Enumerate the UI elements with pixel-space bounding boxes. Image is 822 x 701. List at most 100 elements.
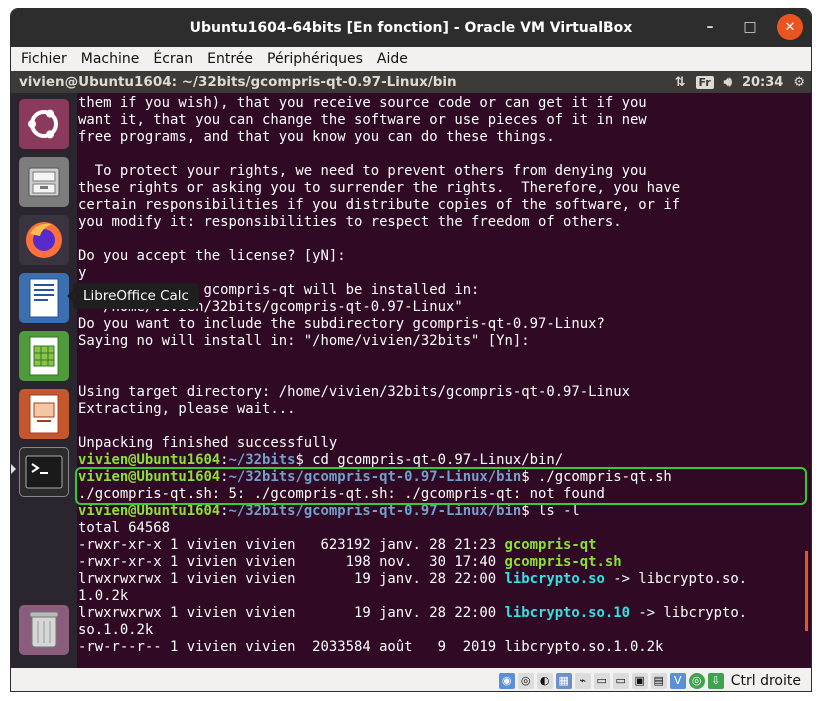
terminal-line: Using target directory: /home/vivien/32b… (78, 384, 630, 400)
terminal-line: certain responsibilities if you distribu… (78, 197, 681, 213)
terminal-line: Do you want to include the subdirectory … (78, 316, 605, 332)
maximize-button[interactable]: □ (737, 14, 763, 40)
window-controls: – □ ✕ (697, 14, 803, 40)
terminal-line: Extracting, please wait... (78, 401, 296, 417)
ls-row: lrwxrwxrwx 1 vivien vivien 19 janv. 28 2… (78, 605, 811, 622)
ls-attributes: lrwxrwxrwx 1 vivien vivien 19 janv. 28 2… (78, 605, 505, 621)
window-title: Ubuntu1604-64bits [En fonction] - Oracle… (189, 20, 633, 36)
spreadsheet-icon (29, 336, 59, 376)
terminal-line: want it, that you can change the softwar… (78, 112, 647, 128)
ls-row: lrwxrwxrwx 1 vivien vivien 19 janv. 28 2… (78, 571, 811, 588)
menu-fichier[interactable]: Fichier (21, 51, 67, 67)
virtualbox-window: Ubuntu1604-64bits [En fonction] - Oracle… (10, 8, 812, 692)
keyboard-layout-indicator[interactable]: Fr (695, 75, 714, 89)
menu-ecran[interactable]: Écran (153, 51, 193, 67)
gear-icon[interactable]: ⚙ (793, 75, 805, 90)
terminal-line: free programs, and that you know you can… (78, 129, 555, 145)
terminal-icon (25, 455, 63, 489)
libreoffice-impress-launcher[interactable] (19, 389, 69, 439)
ls-row: -rw-r--r-- 1 vivien vivien 2033584 août … (78, 639, 811, 656)
clock[interactable]: 20:34 (742, 75, 783, 90)
ls-row: so.1.0.2k (78, 622, 811, 639)
hard-disk-icon[interactable]: ◉ (498, 672, 515, 689)
terminal-prompt-line: vivien@Ubuntu1604:~/32bits/gcompris-qt-0… (78, 503, 811, 520)
firefox-launcher[interactable] (19, 215, 69, 265)
guest-top-panel: vivien@Ubuntu1604: ~/32bits/gcompris-qt-… (11, 71, 811, 93)
ls-file-name: libcrypto.so.10 (504, 605, 630, 621)
dash-button[interactable] (19, 99, 69, 149)
ls-file-name: libcrypto.so (504, 571, 605, 587)
presentation-icon (29, 394, 59, 434)
mouse-integration-icon[interactable]: ⇩ (707, 672, 724, 689)
window-titlebar[interactable]: Ubuntu1604-64bits [En fonction] - Oracle… (11, 9, 811, 47)
display-icon[interactable]: ▭ (612, 672, 629, 689)
ls-attributes: -rw-r--r-- 1 vivien vivien 2033584 août … (78, 639, 664, 655)
recording-icon[interactable]: ▤ (650, 672, 667, 689)
ls-link-target: -> libcrypto.so. (604, 571, 748, 587)
libreoffice-writer-launcher[interactable] (19, 273, 69, 323)
ls-attributes: lrwxrwxrwx 1 vivien vivien 19 janv. 28 2… (78, 571, 505, 587)
files-launcher[interactable] (19, 157, 69, 207)
menubar: Fichier Machine Écran Entrée Périphériqu… (11, 47, 811, 71)
prompt-separator: : (220, 503, 229, 519)
trash-icon (29, 611, 59, 648)
menu-peripheriques[interactable]: Périphériques (267, 51, 363, 67)
video-capture-icon[interactable]: ▣ (631, 672, 648, 689)
network-adapter-icon[interactable]: ▦ (555, 672, 572, 689)
ls-attributes: so.1.0.2k (78, 622, 154, 638)
prompt-separator: : (220, 452, 229, 468)
ls-row: -rwxr-xr-x 1 vivien vivien 623192 janv. … (78, 537, 811, 554)
prompt-user: vivien@Ubuntu1604 (78, 452, 221, 468)
ls-row: -rwxr-xr-x 1 vivien vivien 198 nov. 30 1… (78, 554, 811, 571)
volume-icon[interactable]: 🔊︎ (724, 75, 732, 90)
terminal-line: them if you wish), that you receive sour… (78, 95, 647, 111)
libreoffice-calc-launcher[interactable] (19, 331, 69, 381)
terminal-line: Unpacking finished successfully (78, 435, 338, 451)
ls-link-target: -> libcrypto. (629, 605, 748, 621)
prompt-dollar: $ (295, 452, 313, 468)
network-icon[interactable]: ⇅ (675, 75, 686, 90)
command-text: ls -l (537, 503, 580, 519)
close-button[interactable]: ✕ (777, 14, 803, 40)
terminal-line: you modify it: responsibilities to respe… (78, 214, 622, 230)
terminal-line: Do you accept the license? [yN]: (78, 248, 346, 264)
prompt-dollar: $ (521, 503, 538, 519)
optical-drive-icon[interactable]: ◎ (517, 672, 534, 689)
ls-row: 1.0.2k (78, 588, 811, 605)
guest-screen[interactable]: vivien@Ubuntu1604: ~/32bits/gcompris-qt-… (11, 71, 811, 668)
host-key-label: Ctrl droite (730, 672, 801, 689)
file-cabinet-icon (28, 167, 60, 197)
terminal-launcher[interactable] (19, 447, 69, 497)
terminal-line: y (78, 265, 87, 281)
ls-file-name: gcompris-qt.sh (504, 554, 622, 570)
terminal-scrollbar[interactable] (805, 551, 808, 631)
terminal-line: total 64568 (78, 520, 170, 536)
menu-machine[interactable]: Machine (81, 51, 140, 67)
usb-icon[interactable]: ⌁ (574, 672, 591, 689)
terminal-line: Saying no will install in: "/home/vivien… (78, 333, 530, 349)
indicator-area: ⇅ Fr 🔊︎ 20:34 ⚙ (675, 71, 805, 93)
guest-window-title: vivien@Ubuntu1604: ~/32bits/gcompris-qt-… (19, 74, 457, 90)
ls-file-name: gcompris-qt (504, 537, 597, 553)
ls-attributes: 1.0.2k (78, 588, 129, 604)
shared-folders-icon[interactable]: ▭ (593, 672, 610, 689)
terminal-line: these rights or asking you to surrender … (78, 180, 681, 196)
prompt-user: vivien@Ubuntu1604 (78, 503, 221, 519)
menu-entree[interactable]: Entrée (207, 51, 253, 67)
guest-additions-icon[interactable]: ◎ (688, 672, 705, 689)
minimize-button[interactable]: – (697, 14, 723, 40)
prompt-path: ~/32bits/gcompris-qt-0.97-Linux/bin (228, 503, 522, 519)
trash-launcher[interactable] (19, 605, 69, 655)
command-text: cd gcompris-qt-0.97-Linux/bin/ (312, 452, 564, 468)
virtualization-icon[interactable]: V (669, 672, 686, 689)
terminal-output[interactable]: them if you wish), that you receive sour… (77, 93, 811, 668)
audio-icon[interactable]: ◐ (536, 672, 553, 689)
ubuntu-logo-icon (28, 109, 58, 139)
vbox-statusbar: ◉ ◎ ◐ ▦ ⌁ ▭ ▭ ▣ ▤ V ◎ ⇩ Ctrl droite (11, 668, 811, 691)
menu-aide[interactable]: Aide (377, 51, 408, 67)
